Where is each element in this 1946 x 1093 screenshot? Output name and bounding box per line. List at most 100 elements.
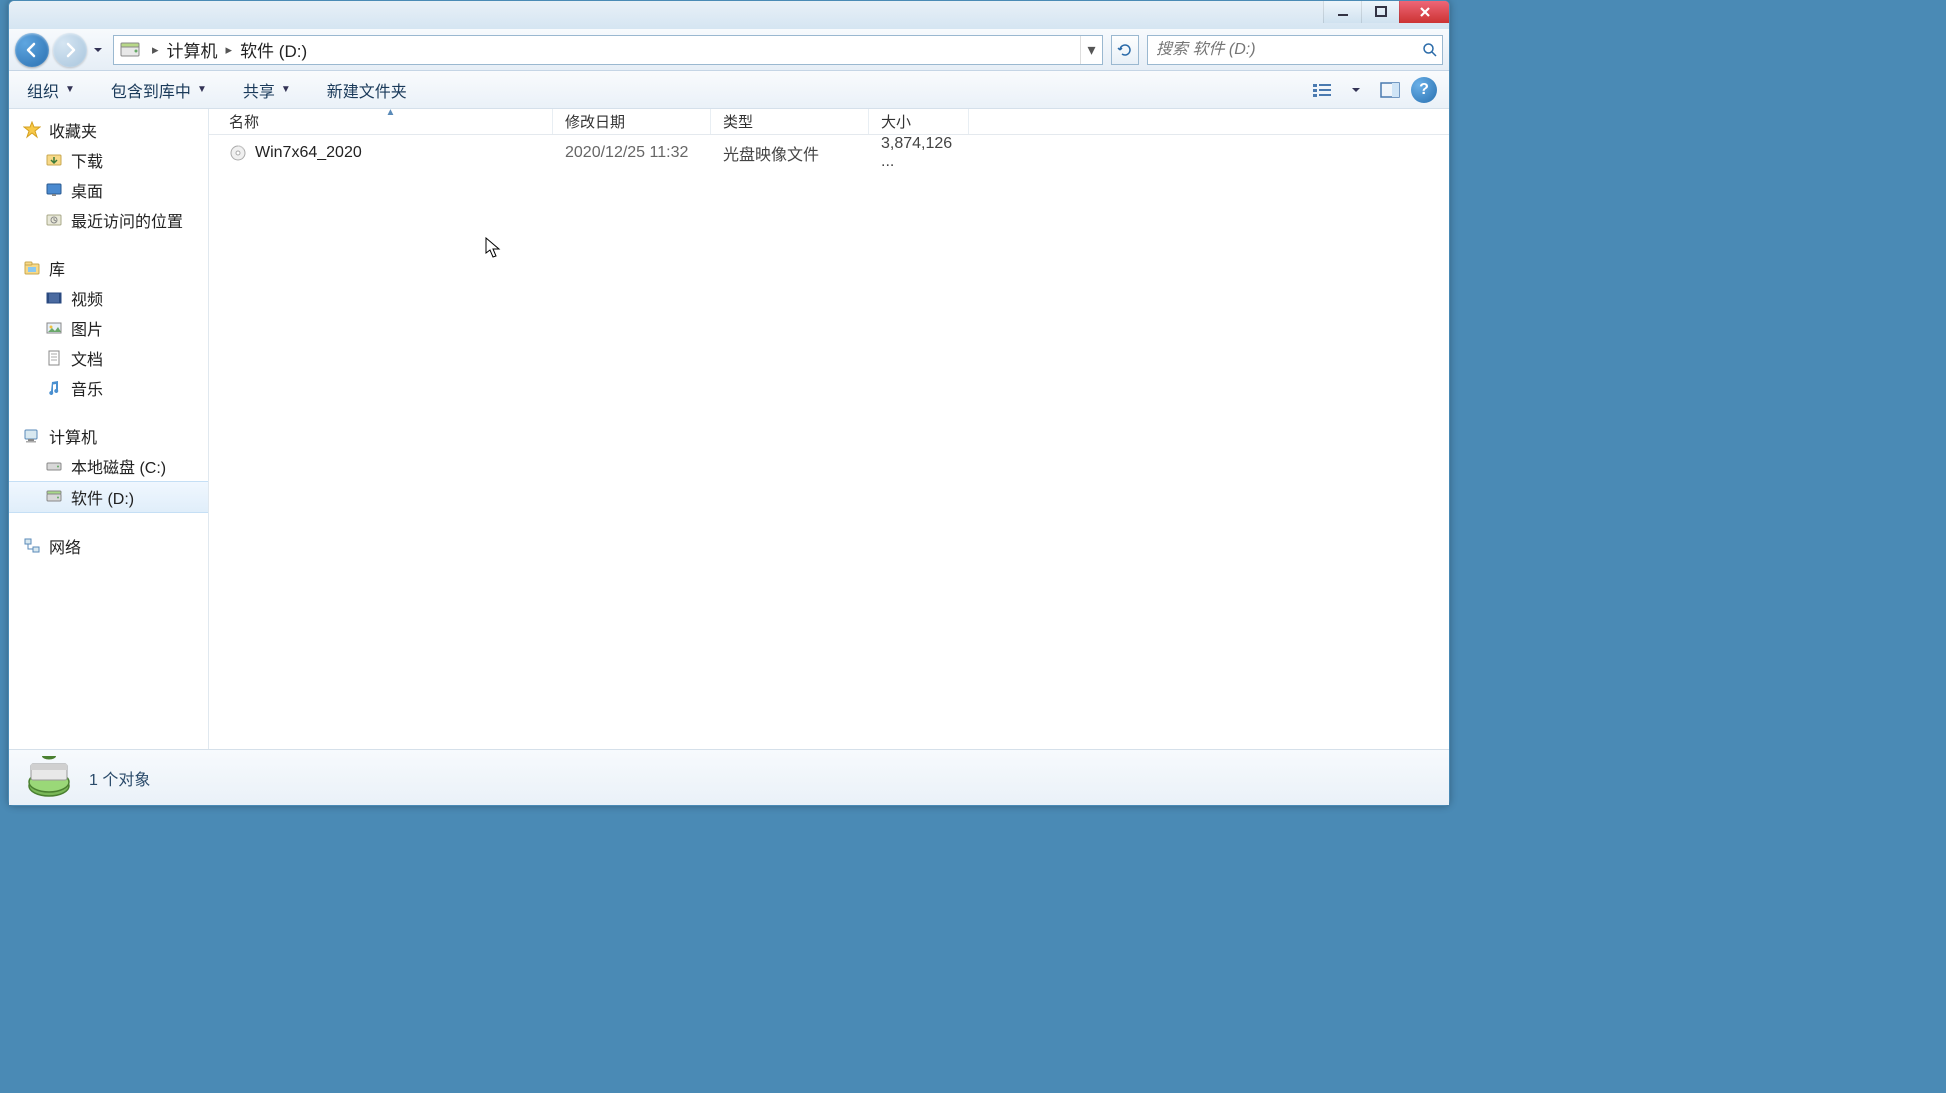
- column-headers: 名称 ▲ 修改日期 类型 大小: [209, 109, 1449, 135]
- sidebar-item-drive-d[interactable]: 软件 (D:): [9, 481, 208, 513]
- library-icon: [23, 259, 41, 277]
- drive-icon: [118, 38, 142, 62]
- favorites-label: 收藏夹: [49, 118, 97, 142]
- drive-icon: [45, 457, 63, 475]
- explorer-window: ▸ 计算机 ▸ 软件 (D:) ▾ 组织 ▼ 包含到库中 ▼ 共享▼ 新建文件夹 ?…: [8, 0, 1450, 806]
- minimize-button[interactable]: [1323, 1, 1361, 23]
- window-buttons: [1323, 1, 1449, 23]
- sidebar-item-label: 桌面: [71, 178, 103, 202]
- address-bar[interactable]: ▸ 计算机 ▸ 软件 (D:) ▾: [113, 35, 1103, 65]
- computer-header[interactable]: 计算机: [9, 421, 208, 451]
- column-label: 名称: [229, 111, 259, 132]
- computer-group: 计算机 本地磁盘 (C:) 软件 (D:): [9, 421, 208, 513]
- column-label: 类型: [723, 111, 753, 132]
- status-bar: 1 个对象: [9, 749, 1449, 805]
- document-icon: [45, 349, 63, 367]
- forward-button[interactable]: [53, 33, 87, 67]
- search-box[interactable]: [1147, 35, 1443, 65]
- preview-pane-button[interactable]: [1377, 77, 1403, 103]
- library-group: 库 视频 图片 文档 音乐: [9, 253, 208, 403]
- file-name-cell: Win7x64_2020: [209, 144, 553, 162]
- column-header-name[interactable]: 名称 ▲: [209, 109, 553, 134]
- view-dropdown[interactable]: [1343, 77, 1369, 103]
- sidebar-item-documents[interactable]: 文档: [9, 343, 208, 373]
- sidebar-item-recent[interactable]: 最近访问的位置: [9, 205, 208, 235]
- video-icon: [45, 289, 63, 307]
- status-text: 1 个对象: [89, 766, 150, 790]
- nav-history-dropdown[interactable]: [91, 40, 105, 60]
- close-button[interactable]: [1399, 1, 1449, 23]
- share-menu[interactable]: 共享▼: [237, 74, 297, 106]
- file-row[interactable]: Win7x64_2020 2020/12/25 11:32 光盘映像文件 3,8…: [209, 139, 1449, 167]
- sidebar-item-label: 图片: [71, 316, 103, 340]
- column-header-type[interactable]: 类型: [711, 109, 869, 134]
- file-date-cell: 2020/12/25 11:32: [553, 144, 711, 162]
- file-type-cell: 光盘映像文件: [711, 141, 869, 165]
- refresh-button[interactable]: [1111, 35, 1139, 65]
- library-header[interactable]: 库: [9, 253, 208, 283]
- chevron-down-icon: ▼: [65, 84, 75, 95]
- column-header-size[interactable]: 大小: [869, 109, 969, 134]
- network-header[interactable]: 网络: [9, 531, 208, 561]
- body-area: 收藏夹 下载 桌面 最近访问的位置 库 视频 图片 文档 音乐 计算机 本地磁盘…: [9, 109, 1449, 749]
- nav-bar: ▸ 计算机 ▸ 软件 (D:) ▾: [9, 29, 1449, 71]
- file-list[interactable]: Win7x64_2020 2020/12/25 11:32 光盘映像文件 3,8…: [209, 135, 1449, 749]
- drive-large-icon: [25, 756, 73, 800]
- favorites-group: 收藏夹 下载 桌面 最近访问的位置: [9, 115, 208, 235]
- computer-label: 计算机: [49, 424, 97, 448]
- breadcrumb-current[interactable]: 软件 (D:): [238, 34, 309, 65]
- address-dropdown[interactable]: ▾: [1080, 36, 1102, 64]
- computer-icon: [23, 427, 41, 445]
- sidebar-item-label: 软件 (D:): [71, 485, 134, 509]
- download-icon: [45, 151, 63, 169]
- breadcrumb-separator: ▸: [152, 42, 159, 58]
- breadcrumb-computer[interactable]: 计算机: [165, 34, 220, 65]
- sidebar-item-label: 本地磁盘 (C:): [71, 454, 166, 478]
- file-name: Win7x64_2020: [255, 144, 362, 162]
- file-size-cell: 3,874,126 ...: [869, 135, 969, 171]
- view-mode-button[interactable]: [1309, 77, 1335, 103]
- share-label: 共享: [243, 78, 275, 102]
- sidebar-item-label: 音乐: [71, 376, 103, 400]
- library-label: 库: [49, 256, 65, 280]
- picture-icon: [45, 319, 63, 337]
- organize-label: 组织: [27, 78, 59, 102]
- sidebar-item-drive-c[interactable]: 本地磁盘 (C:): [9, 451, 208, 481]
- help-button[interactable]: ?: [1411, 77, 1437, 103]
- include-label: 包含到库中: [111, 78, 191, 102]
- favorites-header[interactable]: 收藏夹: [9, 115, 208, 145]
- music-icon: [45, 379, 63, 397]
- breadcrumb-separator: ▸: [226, 42, 233, 58]
- search-icon[interactable]: [1418, 36, 1442, 64]
- chevron-down-icon: ▼: [197, 84, 207, 95]
- toolbar: 组织 ▼ 包含到库中 ▼ 共享▼ 新建文件夹 ?: [9, 71, 1449, 109]
- network-icon: [23, 537, 41, 555]
- network-group: 网络: [9, 531, 208, 561]
- titlebar: [9, 1, 1449, 29]
- recent-icon: [45, 211, 63, 229]
- column-header-date[interactable]: 修改日期: [553, 109, 711, 134]
- include-in-library-menu[interactable]: 包含到库中 ▼: [105, 74, 213, 106]
- sort-indicator-icon: ▲: [385, 107, 395, 118]
- organize-menu[interactable]: 组织 ▼: [21, 74, 81, 106]
- sidebar-item-videos[interactable]: 视频: [9, 283, 208, 313]
- sidebar-item-label: 最近访问的位置: [71, 208, 183, 232]
- maximize-button[interactable]: [1361, 1, 1399, 23]
- sidebar-item-downloads[interactable]: 下载: [9, 145, 208, 175]
- toolbar-right: ?: [1309, 77, 1437, 103]
- network-label: 网络: [49, 534, 81, 558]
- sidebar-item-desktop[interactable]: 桌面: [9, 175, 208, 205]
- sidebar-item-label: 视频: [71, 286, 103, 310]
- back-button[interactable]: [15, 33, 49, 67]
- search-input[interactable]: [1148, 41, 1418, 59]
- nav-pane: 收藏夹 下载 桌面 最近访问的位置 库 视频 图片 文档 音乐 计算机 本地磁盘…: [9, 109, 209, 749]
- drive-icon: [45, 488, 63, 506]
- sidebar-item-music[interactable]: 音乐: [9, 373, 208, 403]
- new-folder-button[interactable]: 新建文件夹: [321, 74, 413, 106]
- desktop-icon: [45, 181, 63, 199]
- sidebar-item-label: 下载: [71, 148, 103, 172]
- star-icon: [23, 121, 41, 139]
- sidebar-item-pictures[interactable]: 图片: [9, 313, 208, 343]
- column-label: 大小: [881, 111, 911, 132]
- content-pane: 名称 ▲ 修改日期 类型 大小 Win7x64_2020 2020/12/25 1…: [209, 109, 1449, 749]
